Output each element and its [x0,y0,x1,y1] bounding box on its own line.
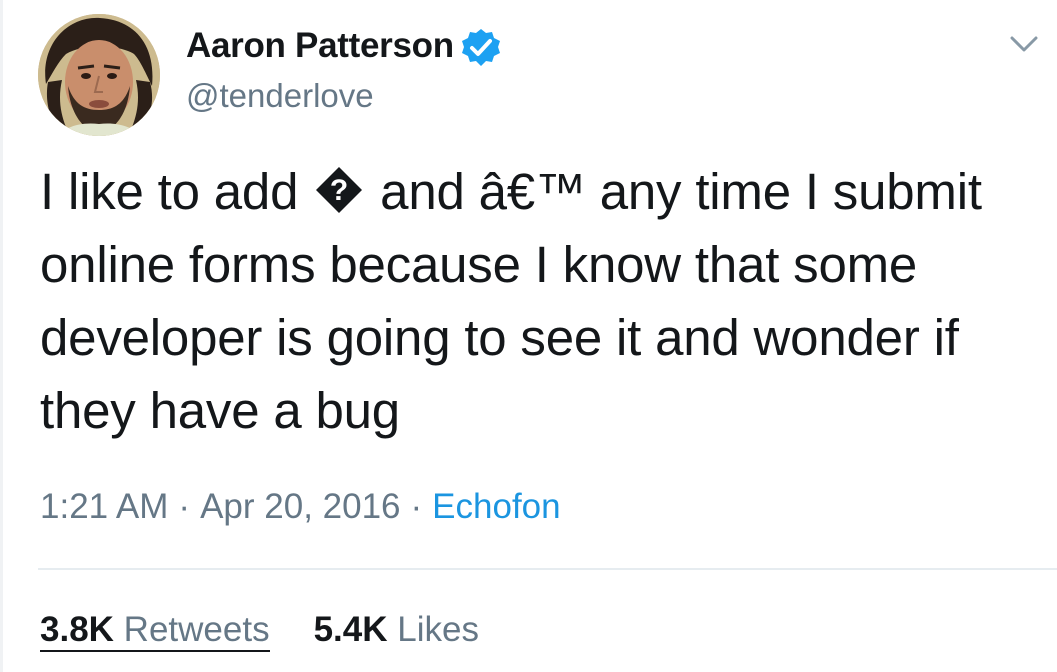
likes-stat[interactable]: 5.4K Likes [314,606,479,654]
replacement-glyph-char: ? [330,174,348,207]
tweet-text: I like to add ? and â€™ any time I submi… [40,155,1050,447]
tweet-date[interactable]: Apr 20, 2016 [200,487,400,526]
likes-count: 5.4K [313,610,388,649]
replacement-character-icon: ? [314,165,364,215]
verified-badge-icon [462,29,500,66]
tweet-text-part-1: I like to add [40,163,313,220]
avatar[interactable] [38,14,160,136]
tweet-card: Aaron Patterson @tenderlove I like to ad… [0,0,1057,672]
tweet-source-link[interactable]: Echofon [432,487,560,526]
chevron-down-icon[interactable] [1008,28,1040,60]
user-handle[interactable]: @tenderlove [186,74,374,118]
meta-separator: · [178,487,191,526]
retweets-count: 3.8K [40,610,114,649]
retweets-label: Retweets [123,610,270,649]
tweet-time[interactable]: 1:21 AM [40,487,168,526]
left-edge-rule [0,0,3,672]
likes-label: Likes [397,610,479,649]
retweets-stat[interactable]: 3.8K Retweets [40,610,270,652]
tweet-meta: 1:21 AM · Apr 20, 2016 · Echofon [40,485,561,529]
meta-separator: · [410,487,423,526]
tweet-stats: 3.8K Retweets 5.4K Likes [40,606,479,654]
display-name[interactable]: Aaron Patterson [186,24,454,68]
divider [38,568,1057,570]
